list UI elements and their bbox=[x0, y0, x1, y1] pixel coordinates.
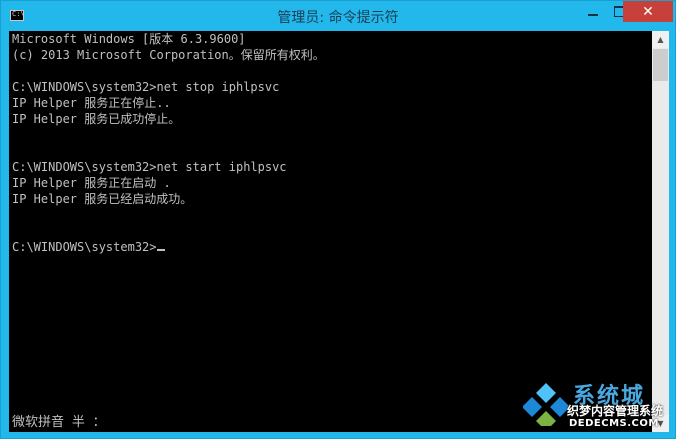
console-line: Microsoft Windows [版本 6.3.9600] bbox=[12, 32, 246, 46]
console-line: (c) 2013 Microsoft Corporation。保留所有权利。 bbox=[12, 48, 325, 62]
window-title: 管理员: 命令提示符 bbox=[277, 10, 399, 26]
console-output-area[interactable]: Microsoft Windows [版本 6.3.9600] (c) 2013… bbox=[9, 31, 652, 432]
vertical-scrollbar[interactable]: ▲ ▼ bbox=[652, 31, 669, 432]
windows-logo-icon bbox=[523, 383, 569, 426]
console-line: IP Helper 服务已成功停止。 bbox=[12, 112, 181, 126]
command-prompt-window: C:\ 管理员: 命令提示符 ✕ Microsoft Windows [版本 6… bbox=[0, 0, 676, 439]
ime-status-bar[interactable]: 微软拼音 半 ： bbox=[12, 415, 106, 431]
scroll-up-button[interactable]: ▲ bbox=[652, 31, 669, 48]
console-line: C:\WINDOWS\system32>net start iphlpsvc bbox=[12, 160, 287, 174]
console-output: Microsoft Windows [版本 6.3.9600] (c) 2013… bbox=[12, 31, 325, 255]
console-line: IP Helper 服务正在停止.. bbox=[12, 96, 171, 110]
site-watermark: 系统城 织梦内容管理系统 DEDECMS.COM bbox=[523, 378, 673, 436]
close-button[interactable]: ✕ bbox=[623, 1, 673, 22]
console-line: IP Helper 服务已经启动成功。 bbox=[12, 192, 193, 206]
chevron-up-icon: ▲ bbox=[657, 35, 664, 44]
text-cursor bbox=[156, 249, 165, 251]
command-prompt: C:\WINDOWS\system32> bbox=[12, 240, 157, 254]
close-icon: ✕ bbox=[642, 3, 654, 20]
console-line: IP Helper 服务正在启动 . bbox=[12, 176, 171, 190]
watermark-subtitle: 织梦内容管理系统 bbox=[567, 404, 664, 418]
console-line: C:\WINDOWS\system32>net stop iphlpsvc bbox=[12, 80, 280, 94]
minimize-icon bbox=[588, 13, 598, 16]
watermark-url: DEDECMS.COM bbox=[569, 418, 659, 429]
title-bar[interactable]: C:\ 管理员: 命令提示符 ✕ bbox=[1, 1, 675, 31]
minimize-button[interactable] bbox=[580, 1, 606, 22]
scrollbar-thumb[interactable] bbox=[653, 49, 668, 81]
